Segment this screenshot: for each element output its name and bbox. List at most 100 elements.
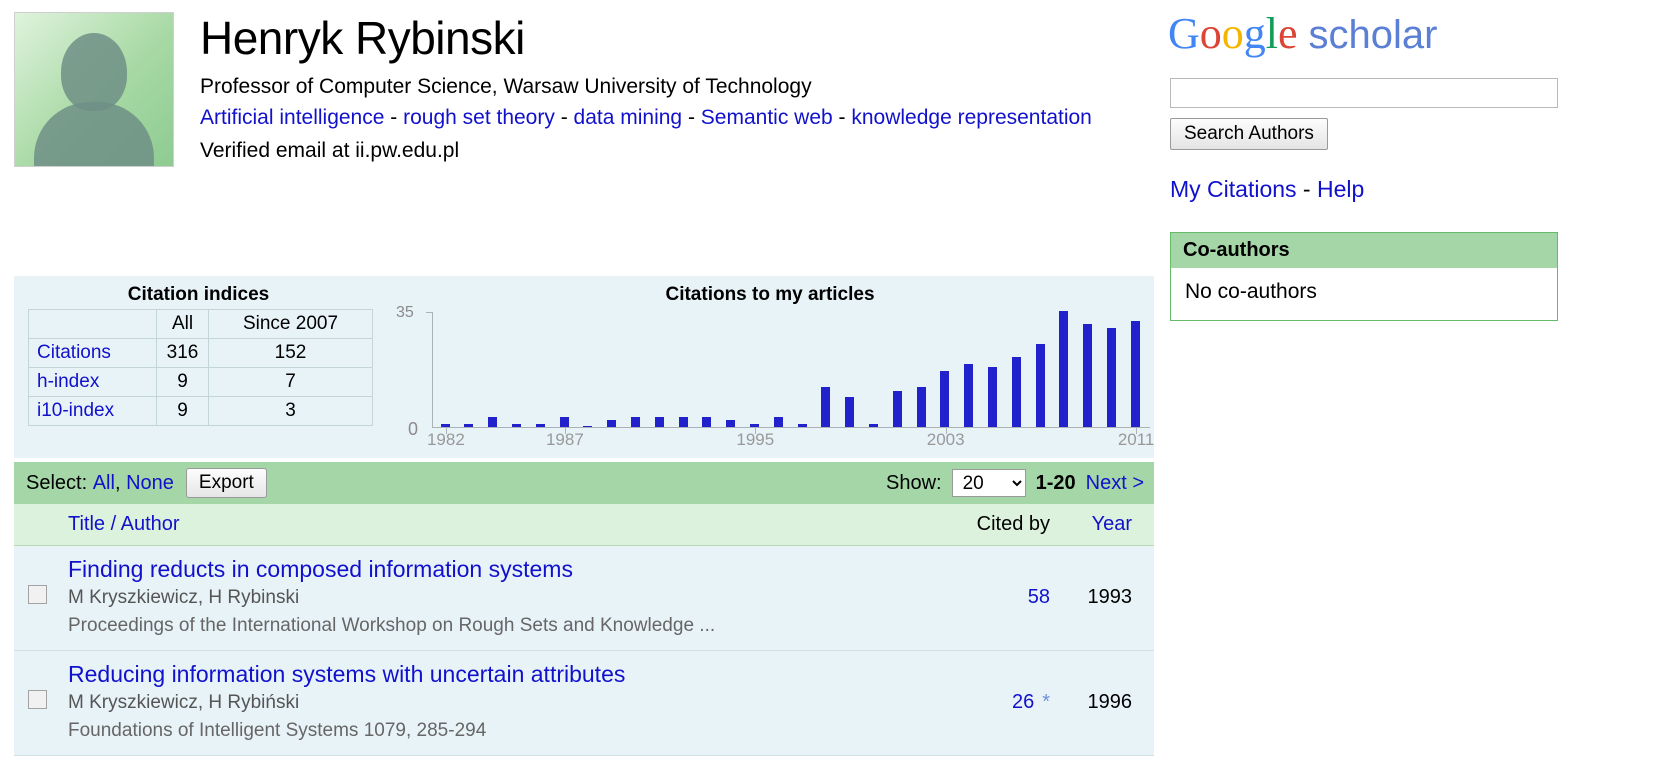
x-axis-tick-label: 2011 <box>1117 430 1155 449</box>
chart-bar[interactable] <box>607 420 617 427</box>
publication-authors: M Kryszkiewicz, H Rybinski <box>68 587 300 608</box>
coauthors-empty-message: No co-authors <box>1171 268 1557 320</box>
cited-by-column-header[interactable]: Cited by <box>948 504 1068 546</box>
indices-col-since: Since 2007 <box>208 309 373 339</box>
year-column-header: Year <box>1068 504 1154 546</box>
chart-bar[interactable] <box>916 387 926 427</box>
profile-details: Henryk Rybinski Professor of Computer Sc… <box>200 10 1150 166</box>
publication-title-link[interactable]: Finding reducts in composed information … <box>68 554 940 584</box>
chart-bar[interactable] <box>512 423 522 427</box>
results-toolbar: Select: All, None Export Show: 20100 1-2… <box>14 462 1154 504</box>
row-checkbox[interactable] <box>27 689 47 709</box>
year-cell: 1993 <box>1068 545 1154 651</box>
chart-bar[interactable] <box>559 417 569 427</box>
y-axis-line <box>432 312 433 428</box>
interest-separator: - <box>682 106 701 129</box>
x-axis-tick-label: 1995 <box>736 430 775 449</box>
indices-col-all: All <box>156 309 209 339</box>
chart-plot-area: 35 0 <box>390 304 1150 439</box>
chart-bar[interactable] <box>1011 357 1021 427</box>
help-link[interactable]: Help <box>1317 176 1364 202</box>
interest-link[interactable]: knowledge representation <box>851 106 1092 129</box>
chart-bar[interactable] <box>1107 327 1117 427</box>
chart-bar[interactable] <box>940 370 950 427</box>
x-axis-tick-label: 1987 <box>545 430 584 449</box>
publication-venue: Proceedings of the International Worksho… <box>68 615 716 636</box>
interest-link[interactable]: Artificial intelligence <box>200 106 384 129</box>
search-input[interactable] <box>1170 78 1558 108</box>
chart-bar[interactable] <box>726 420 736 427</box>
avatar-head-icon <box>61 33 127 111</box>
chart-bar[interactable] <box>1130 320 1140 427</box>
cited-by-link[interactable]: 26 <box>1012 691 1034 713</box>
chart-bar[interactable] <box>678 417 688 427</box>
my-citations-link[interactable]: My Citations <box>1170 176 1297 202</box>
chart-bar[interactable] <box>488 417 498 427</box>
interest-link[interactable]: rough set theory <box>403 106 555 129</box>
interests-list: Artificial intelligence - rough set theo… <box>200 104 1150 132</box>
select-all-link[interactable]: All <box>93 472 115 495</box>
chart-title: Citations to my articles <box>665 284 875 305</box>
toolbar-left: Select: All, None Export <box>14 468 267 498</box>
chart-bar[interactable] <box>702 417 712 427</box>
logo-letter-g2: g <box>1243 9 1266 58</box>
interest-separator: - <box>384 106 404 129</box>
logo-letter-o2: o <box>1221 9 1244 58</box>
interest-link[interactable]: Semantic web <box>701 106 833 129</box>
search-authors-button[interactable]: Search Authors <box>1170 118 1328 150</box>
chart-bar[interactable] <box>892 390 902 427</box>
indices-metric-link[interactable]: i10-index <box>37 400 114 421</box>
publication-venue: Foundations of Intelligent Systems 1079,… <box>68 720 487 741</box>
next-page-link[interactable]: Next > <box>1086 472 1144 495</box>
cited-by-link[interactable]: 58 <box>1028 586 1050 608</box>
select-label: Select: <box>26 471 88 494</box>
row-select-cell <box>14 650 60 756</box>
year-cell: 1996 <box>1068 650 1154 756</box>
chart-bar[interactable] <box>964 364 974 427</box>
indices-metric-link[interactable]: Citations <box>37 342 111 363</box>
chart-bar[interactable] <box>845 397 855 427</box>
row-checkbox[interactable] <box>27 584 47 604</box>
publications-header-row: Title / Author Cited by Year <box>14 504 1154 546</box>
chart-bar[interactable] <box>988 367 998 427</box>
coauthors-title: Co-authors <box>1171 233 1557 268</box>
publication-cell: Reducing information systems with uncert… <box>60 650 948 756</box>
chart-bar[interactable] <box>654 417 664 427</box>
affiliation: Professor of Computer Science, Warsaw Un… <box>200 75 812 98</box>
indices-metric-link[interactable]: h-index <box>37 371 99 392</box>
chart-bar[interactable] <box>583 426 593 427</box>
interest-link[interactable]: data mining <box>574 106 683 129</box>
table-row: Finding reducts in composed information … <box>14 545 1154 651</box>
chart-bar[interactable] <box>1059 311 1069 427</box>
verified-email: Verified email at ii.pw.edu.pl <box>200 139 460 162</box>
indices-value-since: 3 <box>208 396 373 426</box>
show-count-select[interactable]: 20100 <box>951 469 1026 497</box>
chart-bar[interactable] <box>535 423 545 427</box>
chart-bar[interactable] <box>797 423 807 427</box>
x-axis-tick-label: 1982 <box>426 430 465 449</box>
scholar-profile-page: Henryk Rybinski Professor of Computer Sc… <box>0 0 1655 767</box>
chart-bars <box>434 310 1148 434</box>
cited-by-cell: 26 * <box>948 650 1068 756</box>
sidebar-links: My Citations - Help <box>1170 176 1364 203</box>
logo-letter-g1: G <box>1168 9 1200 58</box>
export-button[interactable]: Export <box>185 468 267 498</box>
title-author-sort-link[interactable]: Title / Author <box>68 513 180 535</box>
select-none-link[interactable]: None <box>126 472 174 495</box>
chart-bar[interactable] <box>1083 324 1093 427</box>
chart-bar[interactable] <box>821 387 831 427</box>
page-title: Henryk Rybinski <box>200 12 525 64</box>
chart-bar[interactable] <box>631 417 641 427</box>
year-sort-link[interactable]: Year <box>1092 513 1132 535</box>
chart-bar[interactable] <box>1035 344 1045 427</box>
indices-row: i10-index 9 3 <box>28 396 373 426</box>
x-axis-tick-label: 2003 <box>926 430 965 449</box>
indices-row: Citations 316 152 <box>28 338 373 368</box>
publication-title-link[interactable]: Reducing information systems with uncert… <box>68 659 940 689</box>
indices-row-label: h-index <box>28 367 157 397</box>
indices-value-all: 9 <box>156 396 209 426</box>
chart-bar[interactable] <box>464 423 474 427</box>
chart-bar[interactable] <box>773 417 783 427</box>
chart-bar[interactable] <box>869 423 879 427</box>
logo-letter-e: e <box>1278 9 1298 58</box>
